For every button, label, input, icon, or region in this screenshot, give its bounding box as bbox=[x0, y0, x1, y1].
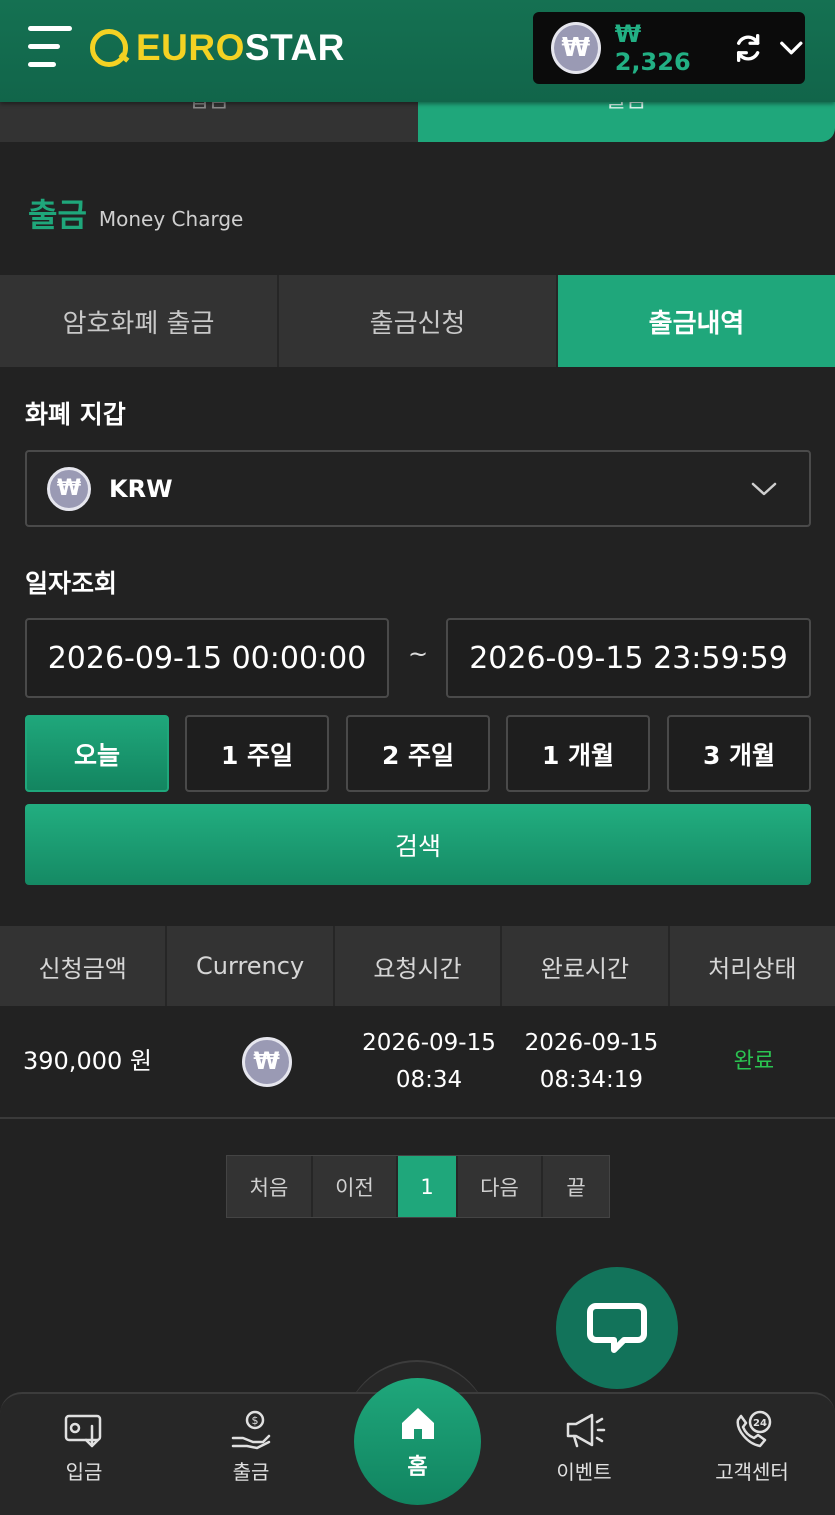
page-current-button[interactable]: 1 bbox=[398, 1156, 458, 1217]
row-completed-date-text: 2026-09-15 bbox=[524, 1029, 659, 1056]
period-today-button[interactable]: 오늘 bbox=[25, 715, 169, 792]
chat-bubble-icon bbox=[587, 1303, 647, 1353]
refresh-icon[interactable] bbox=[732, 31, 764, 65]
row-requested-date-text: 2026-09-15 bbox=[362, 1029, 496, 1056]
column-header-requested: 요청시간 bbox=[335, 926, 503, 1006]
period-1week-button[interactable]: 1 주일 bbox=[185, 715, 329, 792]
won-coin-icon: ₩ bbox=[241, 1036, 292, 1087]
page-title-ko: 출금 bbox=[28, 196, 87, 234]
won-coin-icon: ₩ bbox=[551, 22, 601, 74]
wallet-select[interactable]: ₩ KRW bbox=[25, 450, 811, 527]
withdraw-icon: $ bbox=[231, 1410, 271, 1450]
svg-text:$: $ bbox=[252, 1414, 259, 1427]
tab-withdraw-history[interactable]: 출금내역 bbox=[558, 275, 835, 367]
search-button[interactable]: 검색 bbox=[25, 804, 811, 885]
megaphone-icon bbox=[566, 1413, 606, 1448]
period-3month-button[interactable]: 3 개월 bbox=[667, 715, 811, 792]
logo-mark-icon bbox=[90, 29, 128, 67]
deposit-icon bbox=[64, 1414, 102, 1448]
row-completed-time: 2026-09-15 08:34:19 bbox=[510, 1006, 672, 1117]
row-requested-clock-text: 08:34 bbox=[395, 1066, 463, 1093]
tab-crypto-withdraw[interactable]: 암호화폐 출금 bbox=[0, 275, 279, 367]
nav-event-label: 이벤트 bbox=[556, 1460, 612, 1484]
chevron-down-icon bbox=[751, 482, 777, 496]
nav-withdraw[interactable]: $ 출금 bbox=[191, 1408, 311, 1485]
row-requested-time: 2026-09-15 08:34 bbox=[348, 1006, 510, 1117]
app-header: EUROSTAR ₩ ₩ 2,326 bbox=[0, 0, 835, 102]
nav-support-label: 고객센터 bbox=[715, 1460, 789, 1484]
menu-icon[interactable] bbox=[28, 26, 72, 68]
chevron-down-icon[interactable] bbox=[778, 34, 805, 62]
pagination: 처음 이전 1 다음 끝 bbox=[226, 1155, 610, 1218]
withdraw-sub-tabs: 암호화폐 출금 출금신청 출금내역 bbox=[0, 275, 835, 367]
column-header-currency: Currency bbox=[167, 926, 335, 1006]
support-badge-text: 24 bbox=[753, 1418, 767, 1429]
page-last-button[interactable]: 끝 bbox=[543, 1156, 609, 1217]
status-badge: 완료 bbox=[733, 1049, 775, 1074]
logo-text-euro: EURO bbox=[136, 27, 245, 68]
period-1month-button[interactable]: 1 개월 bbox=[506, 715, 650, 792]
nav-event[interactable]: 이벤트 bbox=[524, 1408, 644, 1485]
row-amount: 390,000 원 bbox=[23, 1047, 152, 1075]
page-first-button[interactable]: 처음 bbox=[227, 1156, 313, 1217]
date-filter-label: 일자조회 bbox=[25, 569, 118, 598]
nav-withdraw-label: 출금 bbox=[232, 1460, 270, 1484]
balance-amount: ₩ 2,326 bbox=[614, 20, 691, 76]
nav-support[interactable]: 24 고객센터 bbox=[692, 1408, 812, 1485]
nav-home-label: 홈 bbox=[407, 1454, 428, 1480]
nav-home-button[interactable]: 홈 bbox=[354, 1378, 481, 1505]
row-currency: ₩ bbox=[185, 1006, 347, 1117]
table-row: 390,000 원 ₩ 2026-09-15 08:34 2026-09-15 … bbox=[0, 1006, 835, 1119]
period-2week-button[interactable]: 2 주일 bbox=[346, 715, 490, 792]
row-status: 완료 bbox=[673, 1006, 835, 1117]
page-title-en: Money Charge bbox=[98, 207, 244, 231]
end-date-input[interactable]: 2026-09-15 23:59:59 bbox=[446, 618, 811, 698]
column-header-completed: 완료시간 bbox=[502, 926, 670, 1006]
page-next-button[interactable]: 다음 bbox=[458, 1156, 543, 1217]
nav-deposit[interactable]: 입금 bbox=[24, 1408, 144, 1485]
start-date-input[interactable]: 2026-09-15 00:00:00 bbox=[25, 618, 389, 698]
history-table-header: 신청금액 Currency 요청시간 완료시간 처리상태 bbox=[0, 926, 835, 1006]
support-24-icon: 24 bbox=[736, 1410, 772, 1448]
column-header-status: 처리상태 bbox=[708, 954, 797, 983]
won-coin-icon: ₩ bbox=[47, 466, 91, 511]
nav-deposit-label: 입금 bbox=[65, 1460, 103, 1484]
logo-text-star: STAR bbox=[244, 27, 345, 68]
home-icon bbox=[401, 1407, 434, 1439]
wallet-select-value: KRW bbox=[109, 474, 173, 503]
date-separator: ~ bbox=[408, 640, 429, 668]
page-title: 출금 Money Charge bbox=[28, 190, 243, 236]
page-prev-button[interactable]: 이전 bbox=[313, 1156, 398, 1217]
balance-widget[interactable]: ₩ ₩ 2,326 bbox=[533, 12, 805, 84]
row-completed-clock-text: 08:34:19 bbox=[539, 1066, 644, 1093]
logo[interactable]: EUROSTAR bbox=[90, 26, 345, 70]
column-header-amount: 신청금액 bbox=[0, 926, 168, 1006]
tab-withdraw-request[interactable]: 출금신청 bbox=[279, 275, 558, 367]
chat-button[interactable] bbox=[556, 1267, 678, 1389]
wallet-label: 화폐 지갑 bbox=[25, 400, 126, 429]
